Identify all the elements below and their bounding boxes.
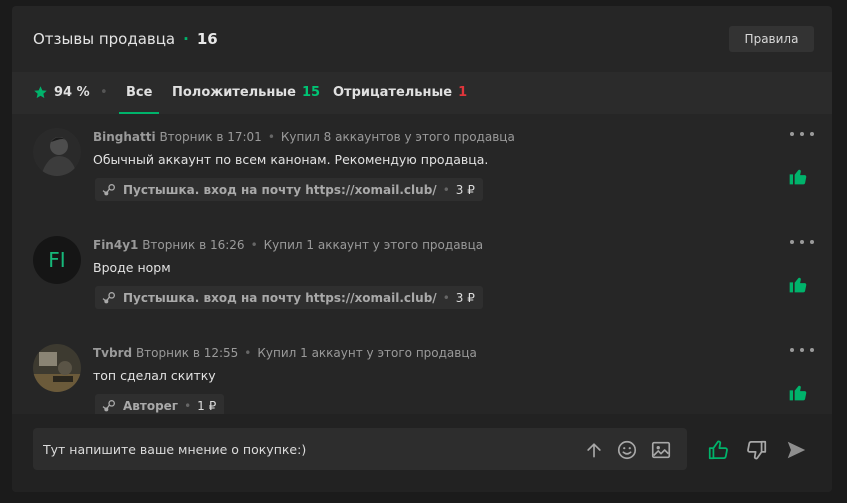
send-icon[interactable]: [784, 438, 808, 462]
review-input[interactable]: [43, 428, 563, 470]
title-text: Отзывы продавца: [33, 30, 176, 48]
steam-icon: [102, 399, 115, 411]
product-bullet: •: [442, 182, 450, 197]
review-input-wrap: [33, 428, 687, 470]
avatar[interactable]: FI: [33, 236, 81, 284]
tab-negative[interactable]: Отрицательные 1: [333, 85, 467, 100]
reviews-list[interactable]: Binghatti Вторник в 17:01 • Купил 8 аккаун…: [12, 114, 832, 414]
more-options-icon[interactable]: [790, 236, 814, 248]
more-options-icon[interactable]: [790, 128, 814, 140]
product-price: 3 ₽: [455, 182, 475, 197]
tab-negative-count: 1: [458, 85, 468, 100]
image-icon[interactable]: [650, 439, 672, 461]
tab-all[interactable]: Все: [118, 85, 161, 114]
product-name: Пустышка. вход на почту https://xomail.c…: [123, 182, 437, 197]
review-composer: [12, 414, 832, 492]
meta-bullet: •: [267, 130, 275, 144]
arrow-up-icon[interactable]: [583, 439, 605, 461]
meta-bullet: •: [250, 238, 258, 252]
title-separator: ·: [183, 30, 189, 48]
review-text: Обычный аккаунт по всем канонам. Рекомен…: [93, 152, 489, 167]
tab-positive[interactable]: Положительные 15: [172, 85, 320, 100]
tabs-separator: •: [100, 85, 108, 100]
thumbs-up-icon: [788, 166, 808, 190]
steam-icon: [102, 183, 115, 195]
review-username[interactable]: Fin4y1: [93, 238, 138, 252]
thumbs-up-icon: [788, 274, 808, 298]
more-options-icon[interactable]: [790, 344, 814, 356]
review-purchase: Купил 1 аккаунт у этого продавца: [257, 346, 477, 360]
meta-bullet: •: [244, 346, 252, 360]
review-username[interactable]: Tvbrd: [93, 346, 132, 360]
review-item: Binghatti Вторник в 17:01 • Купил 8 аккаун…: [12, 114, 832, 222]
rating-value: 94 %: [54, 85, 90, 100]
review-purchase: Купил 1 аккаунт у этого продавца: [263, 238, 484, 252]
review-time: Вторник в 16:26: [142, 238, 245, 252]
review-meta: Fin4y1 Вторник в 16:26 • Купил 1 аккаунт у…: [93, 238, 483, 252]
review-item: FI Fin4y1 Вторник в 16:26 • Купил 1 аккаун…: [12, 222, 832, 330]
thumbs-down-icon[interactable]: [745, 438, 769, 462]
product-name: Пустышка. вход на почту https://xomail.c…: [123, 290, 437, 305]
tab-all-label: Все: [126, 85, 153, 100]
star-icon: [34, 86, 47, 99]
thumbs-up-icon[interactable]: [706, 438, 730, 462]
review-text: Вроде норм: [93, 260, 171, 275]
product-price: 3 ₽: [455, 290, 475, 305]
avatar[interactable]: [33, 344, 81, 392]
tab-positive-label: Положительные: [172, 85, 296, 100]
reviews-tabs: 94 % • Все Положительные 15 Отрицательные…: [12, 72, 832, 114]
product-bullet: •: [442, 290, 450, 305]
review-username[interactable]: Binghatti: [93, 130, 156, 144]
review-time: Вторник в 12:55: [135, 346, 239, 360]
thumbs-up-icon: [788, 382, 808, 406]
emoji-icon[interactable]: [616, 439, 638, 461]
seller-reviews-panel: Отзывы продавца · 16 Правила 94 % • Все По…: [12, 6, 832, 492]
review-meta: Binghatti Вторник в 17:01 • Купил 8 аккаун…: [93, 130, 515, 144]
review-time: Вторник в 17:01: [159, 130, 262, 144]
review-purchase: Купил 8 аккаунтов у этого продавца: [280, 130, 515, 144]
reviews-count: 16: [196, 30, 218, 48]
steam-icon: [102, 291, 115, 303]
review-product[interactable]: Пустышка. вход на почту https://xomail.c…: [95, 178, 483, 201]
avatar[interactable]: [33, 128, 81, 176]
review-product[interactable]: Авторег • 1 ₽: [95, 394, 225, 414]
product-price: 1 ₽: [197, 398, 217, 413]
tab-positive-count: 15: [301, 85, 321, 100]
reviews-header: Отзывы продавца · 16 Правила: [12, 6, 832, 72]
page-title: Отзывы продавца · 16: [33, 30, 218, 48]
review-meta: Tvbrd Вторник в 12:55 • Купил 1 аккаунт у …: [93, 346, 477, 360]
product-name: Авторег: [123, 398, 179, 413]
rating-summary: 94 %: [33, 85, 90, 100]
product-bullet: •: [184, 398, 192, 413]
tab-negative-label: Отрицательные: [333, 85, 453, 100]
review-text: топ сделал скитку: [93, 368, 216, 383]
rules-button[interactable]: Правила: [729, 26, 814, 52]
review-product[interactable]: Пустышка. вход на почту https://xomail.c…: [95, 286, 483, 309]
review-item: Tvbrd Вторник в 12:55 • Купил 1 аккаунт у …: [12, 330, 832, 414]
